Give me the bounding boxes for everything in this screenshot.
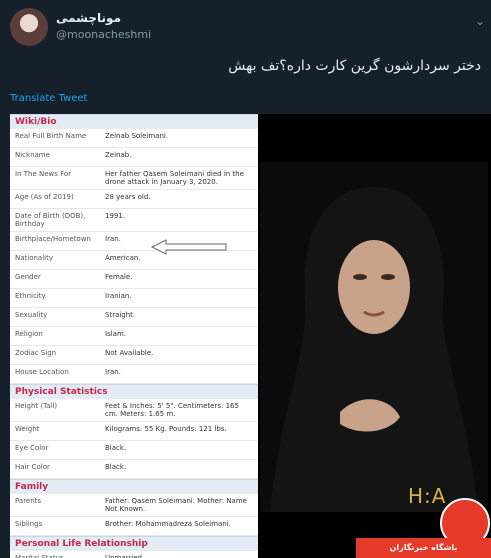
watermark: H:A — [408, 484, 447, 508]
wiki-row-key: Parents — [15, 497, 42, 505]
tweet-image[interactable]: Wiki/Bio Real Full Birth Name Zeinab Solei… — [10, 114, 491, 558]
wiki-row: Parents Father: Qasem Soleimani. Mother: … — [10, 494, 258, 517]
wiki-row-value: Iran. — [105, 368, 121, 376]
translate-tweet-link[interactable]: Translate Tweet — [10, 93, 87, 104]
wiki-row: Eye Color Black. — [10, 441, 258, 460]
wiki-row-key: Birthplace/Hometown — [15, 235, 91, 243]
wiki-row: Gender Female. — [10, 270, 258, 289]
wiki-row: Real Full Birth Name Zeinab Soleimani. — [10, 129, 258, 148]
wiki-row: Age (As of 2019) 28 years old. — [10, 190, 258, 209]
wiki-row-value: Unmarried. — [105, 554, 145, 558]
wiki-row: House Location Iran. — [10, 365, 258, 384]
wiki-row-key: Siblings — [15, 520, 43, 528]
wiki-row-value: Black. — [105, 444, 127, 452]
wiki-row-key: Real Full Birth Name — [15, 132, 87, 140]
wiki-row-key: Nickname — [15, 151, 50, 159]
wiki-section-title: Family — [10, 479, 258, 494]
wiki-row-key: Gender — [15, 273, 41, 281]
wiki-row-value: Her father Qasem Soleimani died in the d… — [105, 170, 244, 186]
author-name[interactable]: موناچشمی — [56, 11, 121, 25]
wiki-row: Marital Status Unmarried. — [10, 551, 258, 558]
wiki-row-key: In The News For — [15, 170, 72, 178]
wiki-row-key: Date of Birth (DOB), Birthday — [15, 212, 86, 228]
wiki-row-value: Islam. — [105, 330, 126, 338]
wiki-section-title: Personal Life Relationship — [10, 536, 258, 551]
wiki-row-key: Zodiac Sign — [15, 349, 57, 357]
wiki-row-key: Nationality — [15, 254, 54, 262]
wiki-row-value: 1991. — [105, 212, 126, 220]
wiki-row: Nickname Zeinab. — [10, 148, 258, 167]
wiki-row-key: Age (As of 2019) — [15, 193, 74, 201]
tweet-text: دختر سردارشون گرین کارت داره؟تف بهش — [228, 58, 481, 74]
wiki-row-value: Black. — [105, 463, 127, 471]
wiki-row-value: Zeinab. — [105, 151, 132, 159]
wiki-row-key: Eye Color — [15, 444, 49, 452]
wiki-table: Wiki/Bio Real Full Birth Name Zeinab Solei… — [10, 114, 258, 558]
wiki-row-value: Not Available. — [105, 349, 154, 357]
wiki-row: In The News For Her father Qasem Soleiman… — [10, 167, 258, 190]
wiki-row-value: Kilograms: 55 Kg. Pounds: 121 lbs. — [105, 425, 227, 433]
portrait-photo — [260, 162, 488, 512]
author-handle[interactable]: @moonacheshmi — [56, 28, 151, 41]
wiki-row: Zodiac Sign Not Available. — [10, 346, 258, 365]
wiki-row-value: Straight. — [105, 311, 136, 319]
chevron-down-icon[interactable]: ⌄ — [475, 14, 485, 28]
wiki-row-key: Hair Color — [15, 463, 50, 471]
wiki-row-value: Brother: Mohammadreza Soleimani. — [105, 520, 231, 528]
wiki-row-value: Father: Qasem Soleimani. Mother: Name No… — [105, 497, 247, 513]
wiki-row: Ethnicity Iranian. — [10, 289, 258, 308]
wiki-section-title: Physical Statistics — [10, 384, 258, 399]
wiki-row: Siblings Brother: Mohammadreza Soleimani. — [10, 517, 258, 536]
wiki-row-value: 28 years old. — [105, 193, 151, 201]
avatar[interactable] — [10, 8, 48, 46]
wiki-row: Sexuality Straight. — [10, 308, 258, 327]
wiki-row: Height (Tall) Feet & Inches: 5' 5". Centi… — [10, 399, 258, 422]
wiki-row: Weight Kilograms: 55 Kg. Pounds: 121 lbs. — [10, 422, 258, 441]
arrow-icon — [150, 239, 227, 255]
wiki-row: Date of Birth (DOB), Birthday 1991. — [10, 209, 258, 232]
wiki-row: Religion Islam. — [10, 327, 258, 346]
wiki-section-title: Wiki/Bio — [10, 114, 258, 129]
wiki-row-key: Ethnicity — [15, 292, 46, 300]
wiki-row-value: Feet & Inches: 5' 5". Centimeters: 165 c… — [105, 402, 239, 418]
wiki-row-key: Weight — [15, 425, 40, 433]
wiki-row-key: Sexuality — [15, 311, 48, 319]
wiki-row-key: Height (Tall) — [15, 402, 58, 410]
wiki-row-key: Marital Status — [15, 554, 64, 558]
wiki-row-value: Female. — [105, 273, 133, 281]
brand-banner: باشگاه خبرنگاران — [356, 538, 491, 558]
wiki-row-value: Iranian. — [105, 292, 132, 300]
wiki-row: Hair Color Black. — [10, 460, 258, 479]
wiki-row-value: Zeinab Soleimani. — [105, 132, 169, 140]
wiki-row-key: Religion — [15, 330, 43, 338]
wiki-row-key: House Location — [15, 368, 69, 376]
